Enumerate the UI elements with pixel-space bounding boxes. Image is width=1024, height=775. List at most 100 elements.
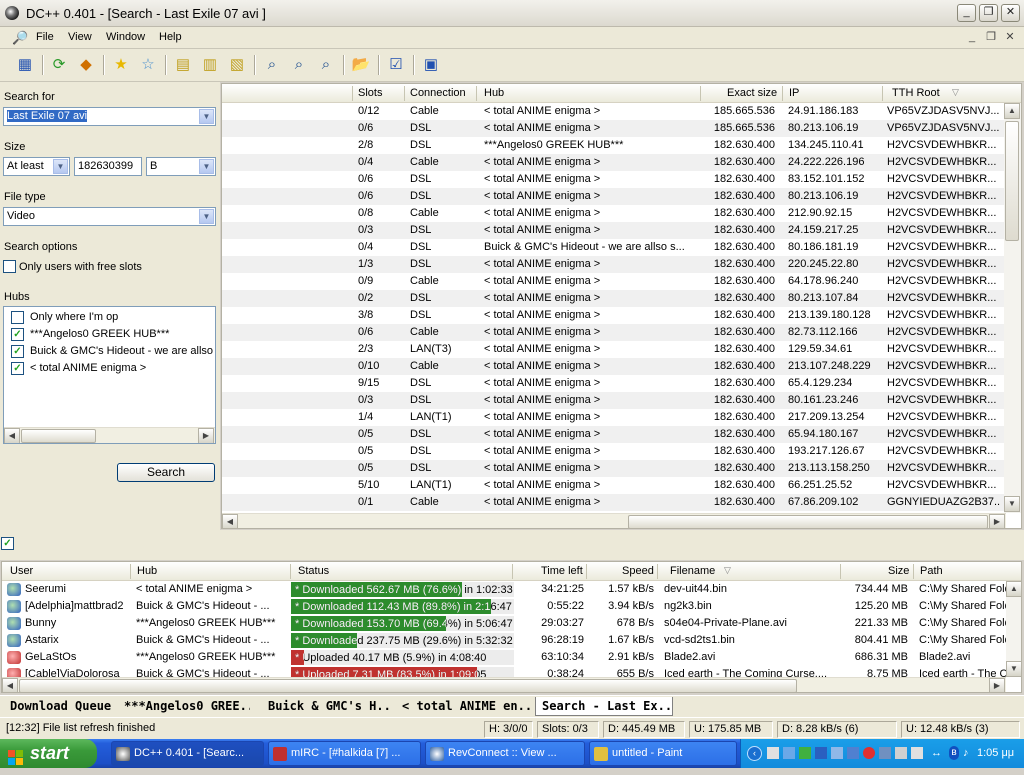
- transfer-row[interactable]: Astarix Buick & GMC's Hideout - ... * Down…: [2, 632, 1006, 649]
- public-hubs-icon[interactable]: ▦: [14, 54, 36, 76]
- finished-downloads-icon[interactable]: ▥: [199, 54, 221, 76]
- result-row[interactable]: 0/4 Cable < total ANIME enigma > 182.630.40…: [222, 154, 1006, 171]
- result-row[interactable]: 0/6 Cable < total ANIME enigma > 182.630.40…: [222, 324, 1006, 341]
- search-spy-icon[interactable]: ⌕: [315, 54, 337, 76]
- mdi-restore-button[interactable]: ❐: [983, 30, 999, 45]
- col-tth-root[interactable]: TTH Root: [892, 87, 940, 99]
- scroll-left-icon[interactable]: ◀: [4, 428, 20, 443]
- scroll-thumb[interactable]: [21, 429, 96, 443]
- search-button[interactable]: Search: [117, 463, 215, 482]
- result-row[interactable]: 0/5 DSL < total ANIME enigma > 182.630.400 2…: [222, 460, 1006, 477]
- hub-checkbox[interactable]: ✓: [11, 345, 24, 358]
- taskbar-paint[interactable]: untitled - Paint: [589, 741, 737, 766]
- result-row[interactable]: 0/3 DSL < total ANIME enigma > 182.630.400 8…: [222, 392, 1006, 409]
- result-row[interactable]: 0/5 DSL < total ANIME enigma > 182.630.400 6…: [222, 426, 1006, 443]
- size-mode-select[interactable]: At least ▼: [3, 157, 70, 176]
- network-icon[interactable]: ↔: [931, 747, 943, 759]
- scroll-left-icon[interactable]: ◀: [222, 514, 238, 528]
- hub-item-angelos[interactable]: ✓ ***Angelos0 GREEK HUB***: [8, 326, 215, 343]
- result-row[interactable]: 0/4 DSL Buick & GMC's Hideout - we are all…: [222, 239, 1006, 256]
- tray-app-icon[interactable]: [815, 747, 827, 759]
- scroll-right-icon[interactable]: ▶: [198, 428, 214, 443]
- hub-item-op-only[interactable]: Only where I'm op: [8, 309, 215, 326]
- hub-checkbox[interactable]: ✓: [11, 362, 24, 375]
- favorite-users-icon[interactable]: ☆: [137, 54, 159, 76]
- result-row[interactable]: 0/5 DSL < total ANIME enigma > 182.630.400 1…: [222, 443, 1006, 460]
- col-speed[interactable]: Speed: [622, 565, 654, 577]
- splitter[interactable]: ✓: [0, 530, 1024, 560]
- scroll-thumb[interactable]: [628, 515, 988, 528]
- hub-checkbox[interactable]: [11, 311, 24, 324]
- result-row[interactable]: 0/1 Cable < total ANIME enigma > 182.630.40…: [222, 494, 1006, 511]
- result-row[interactable]: 0/9 Cable < total ANIME enigma > 182.630.40…: [222, 273, 1006, 290]
- size-input[interactable]: 182630399: [74, 157, 142, 176]
- taskbar-revconnect[interactable]: RevConnect :: View ...: [425, 741, 585, 766]
- transfer-row[interactable]: Seerumi < total ANIME enigma > * Downloade…: [2, 581, 1006, 598]
- tab-buick-hub[interactable]: Buick & GMC's H...: [262, 697, 392, 716]
- transfers-list[interactable]: User Hub Status Time left Speed Filename…: [1, 561, 1022, 693]
- file-type-select[interactable]: Video ▼: [3, 207, 216, 226]
- result-row[interactable]: 3/8 DSL < total ANIME enigma > 182.630.400 2…: [222, 307, 1006, 324]
- col-size[interactable]: Size: [888, 565, 909, 577]
- chevron-down-icon[interactable]: ▼: [199, 209, 214, 224]
- start-button[interactable]: start: [0, 739, 97, 768]
- volume-icon[interactable]: ♪: [963, 747, 969, 759]
- scroll-right-icon[interactable]: ▶: [989, 514, 1005, 528]
- clock[interactable]: 1:05 μμ: [977, 747, 1014, 759]
- transfer-row[interactable]: [Cable]ViaDolorosa Buick & GMC's Hideout …: [2, 666, 1006, 677]
- tray-app-icon[interactable]: [911, 747, 923, 759]
- hub-item-anime[interactable]: ✓ < total ANIME enigma >: [8, 360, 215, 377]
- transfer-row[interactable]: GeLaStOs ***Angelos0 GREEK HUB*** * Upload…: [2, 649, 1006, 666]
- scroll-down-icon[interactable]: ▼: [1006, 661, 1021, 677]
- notepad-icon[interactable]: ▣: [420, 54, 442, 76]
- taskbar-mirc[interactable]: mIRC - [#halkida [7] ...: [268, 741, 421, 766]
- tray-app-icon[interactable]: [863, 747, 875, 759]
- favorite-hubs-icon[interactable]: ★: [110, 54, 132, 76]
- show-ui-checkbox[interactable]: ✓: [1, 537, 14, 550]
- menu-window[interactable]: Window: [106, 31, 145, 43]
- tab-download-queue[interactable]: Download Queue: [4, 697, 114, 716]
- chevron-down-icon[interactable]: ▼: [53, 159, 68, 174]
- tab-search[interactable]: Search - Last Ex...: [535, 697, 673, 716]
- size-unit-select[interactable]: B ▼: [146, 157, 216, 176]
- col-path[interactable]: Path: [920, 565, 943, 577]
- result-row[interactable]: 0/2 DSL < total ANIME enigma > 182.630.400 8…: [222, 290, 1006, 307]
- mdi-child-icon[interactable]: 🔎: [12, 30, 28, 46]
- hub-checkbox[interactable]: ✓: [11, 328, 24, 341]
- adl-search-icon[interactable]: ⌕: [288, 54, 310, 76]
- result-row[interactable]: 0/8 Cable < total ANIME enigma > 182.630.40…: [222, 205, 1006, 222]
- results-vscrollbar[interactable]: ▲ ▼: [1004, 103, 1021, 513]
- search-icon[interactable]: ⌕: [261, 54, 283, 76]
- tray-app-icon[interactable]: [847, 747, 859, 759]
- col-filename[interactable]: Filename: [670, 565, 715, 577]
- follow-redirect-icon[interactable]: ◆: [75, 54, 97, 76]
- search-for-combo[interactable]: Last Exile 07 avi ▼: [3, 107, 216, 126]
- search-results-list[interactable]: Slots Connection Hub Exact size IP TTH R…: [221, 83, 1022, 529]
- scroll-up-icon[interactable]: ▲: [1006, 581, 1021, 597]
- result-row[interactable]: 0/6 DSL < total ANIME enigma > 185.665.536 8…: [222, 120, 1006, 137]
- result-row[interactable]: 2/8 DSL ***Angelos0 GREEK HUB*** 182.630.40…: [222, 137, 1006, 154]
- taskbar-dcpp[interactable]: DC++ 0.401 - [Searc...: [111, 741, 264, 766]
- mdi-minimize-button[interactable]: _: [964, 30, 980, 45]
- close-button[interactable]: ✕: [1001, 4, 1020, 22]
- tray-app-icon[interactable]: [831, 747, 843, 759]
- scroll-left-icon[interactable]: ◀: [2, 678, 18, 692]
- transfers-vscrollbar[interactable]: ▲ ▼: [1006, 581, 1021, 677]
- result-row[interactable]: 5/10 LAN(T1) < total ANIME enigma > 182.630…: [222, 477, 1006, 494]
- transfer-row[interactable]: Bunny ***Angelos0 GREEK HUB*** * Downloade…: [2, 615, 1006, 632]
- col-slots[interactable]: Slots: [358, 87, 382, 99]
- scroll-right-icon[interactable]: ▶: [989, 678, 1005, 692]
- menu-file[interactable]: File: [36, 31, 54, 43]
- download-queue-icon[interactable]: ▤: [172, 54, 194, 76]
- results-hscrollbar[interactable]: ◀ ▶: [222, 513, 1006, 528]
- result-row[interactable]: 9/15 DSL < total ANIME enigma > 182.630.400…: [222, 375, 1006, 392]
- open-file-list-icon[interactable]: 📂: [350, 54, 372, 76]
- result-row[interactable]: 0/6 DSL < total ANIME enigma > 182.630.400 8…: [222, 188, 1006, 205]
- transfers-hscrollbar[interactable]: ◀ ▶: [2, 677, 1006, 692]
- bluetooth-icon[interactable]: ʙ: [949, 746, 959, 760]
- dcpp-app-icon[interactable]: [5, 6, 19, 20]
- result-row[interactable]: 0/12 Cable < total ANIME enigma > 185.665.5…: [222, 103, 1006, 120]
- scroll-up-icon[interactable]: ▲: [1004, 103, 1020, 119]
- scroll-down-icon[interactable]: ▼: [1004, 496, 1020, 512]
- col-hub[interactable]: Hub: [137, 565, 157, 577]
